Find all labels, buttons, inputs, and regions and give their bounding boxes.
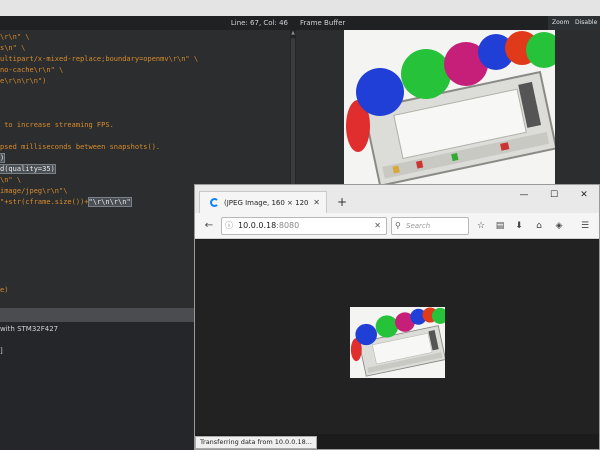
browser-window: (JPEG Image, 160 × 120 pix... ✕ + — ☐ ✕ … [194,184,600,450]
code-line[interactable]: "+str(cframe.size())+"\r\n\r\n" [0,197,132,208]
back-arrow-icon[interactable]: ← [201,218,217,234]
code-line[interactable]: ultipart/x-mixed-replace;boundary=openmv… [0,54,198,65]
tab-title: (JPEG Image, 160 × 120 pix... [224,199,310,207]
ide-toolbar [0,0,600,16]
code-text: e\r\n\r\n") [0,77,47,85]
code-text: \n" \ [0,176,22,184]
desktop: Line: 67, Col: 46 \r\n" \ s\n" \ ultipart/… [0,0,600,450]
code-text: image/jpeg\r\n"\ [0,187,68,195]
frame-buffer-image [344,30,555,190]
maximize-icon[interactable]: ☐ [539,185,569,205]
tab-bar: (JPEG Image, 160 × 120 pix... ✕ + — ☐ ✕ [195,185,599,213]
code-line[interactable]: ) [0,153,6,164]
disable-button[interactable]: Disable [571,16,600,30]
clear-icon[interactable]: ✕ [374,218,381,234]
code-line[interactable]: s\n" \ [0,43,25,54]
code-line[interactable]: \r\n" \ [0,32,30,43]
code-line[interactable]: image/jpeg\r\n"\ [0,186,67,197]
code-text: to increase streaming FPS. [0,121,114,129]
console-line: ] [0,347,3,355]
minimize-icon[interactable]: — [509,185,539,205]
frame-buffer-title: Frame Buffer [300,19,346,27]
code-highlight: "\r\n\r\n" [87,197,132,207]
search-input[interactable] [406,219,466,233]
console-line: with STM32F427 [0,325,59,333]
nav-bar: ← ⓘ 10.0.0.18:8080 ✕ ⚲ ☆ ▤ ⬇ ⌂ ◈ ☰ [195,213,599,239]
url-text[interactable]: 10.0.0.18:8080 [238,218,299,234]
status-bar: Transferring data from 10.0.0.18... [195,436,317,449]
code-text: psed milliseconds between snapshots(). [0,143,161,151]
url-host: 10.0.0.18 [238,221,277,230]
close-icon[interactable]: ✕ [569,185,599,205]
code-line[interactable]: no-cache\r\n" \ [0,65,63,76]
frame-buffer-header: Frame Buffer Zoom Disable [296,16,600,30]
spinner-icon [210,198,219,207]
frame-buffer-panel [296,30,600,190]
new-tab-button[interactable]: + [333,191,351,213]
editor-header: Line: 67, Col: 46 [0,16,296,30]
url-bar[interactable]: ⓘ 10.0.0.18:8080 ✕ [221,217,387,235]
info-icon[interactable]: ⓘ [225,218,233,234]
url-port: :8080 [276,221,300,230]
code-highlight: ) [0,153,6,163]
code-line[interactable]: e) [0,285,8,296]
code-line[interactable]: to increase streaming FPS. [0,120,114,131]
download-icon[interactable]: ⬇ [511,218,527,234]
code-text: no-cache\r\n" \ [0,66,64,74]
zoom-button[interactable]: Zoom [548,16,574,30]
code-text: ultipart/x-mixed-replace;boundary=openmv… [0,55,199,63]
search-icon: ⚲ [395,221,401,230]
code-line[interactable]: \n" \ [0,175,21,186]
code-line[interactable]: d(quality=35) [0,164,56,175]
menu-icon[interactable]: ☰ [577,218,593,234]
star-icon[interactable]: ☆ [473,218,489,234]
code-highlight: d(quality=35) [0,164,56,174]
page-content [195,240,599,434]
search-bar[interactable]: ⚲ [391,217,469,235]
browser-tab[interactable]: (JPEG Image, 160 × 120 pix... ✕ [199,191,327,213]
code-line[interactable]: e\r\n\r\n") [0,76,46,87]
clipboard-icon[interactable]: ▤ [492,218,508,234]
jpeg-image[interactable] [350,307,445,378]
pocket-icon[interactable]: ◈ [551,218,567,234]
code-line[interactable]: psed milliseconds between snapshots(). [0,142,160,153]
cursor-position: Line: 67, Col: 46 [230,19,288,27]
code-text: s\n" \ [0,44,26,52]
code-text: e) [0,286,9,294]
close-icon[interactable]: ✕ [313,192,320,214]
home-icon[interactable]: ⌂ [531,218,547,234]
code-tail: \r\n" \ [0,33,30,41]
code-text: "+str(cframe.size())+ [0,198,89,206]
